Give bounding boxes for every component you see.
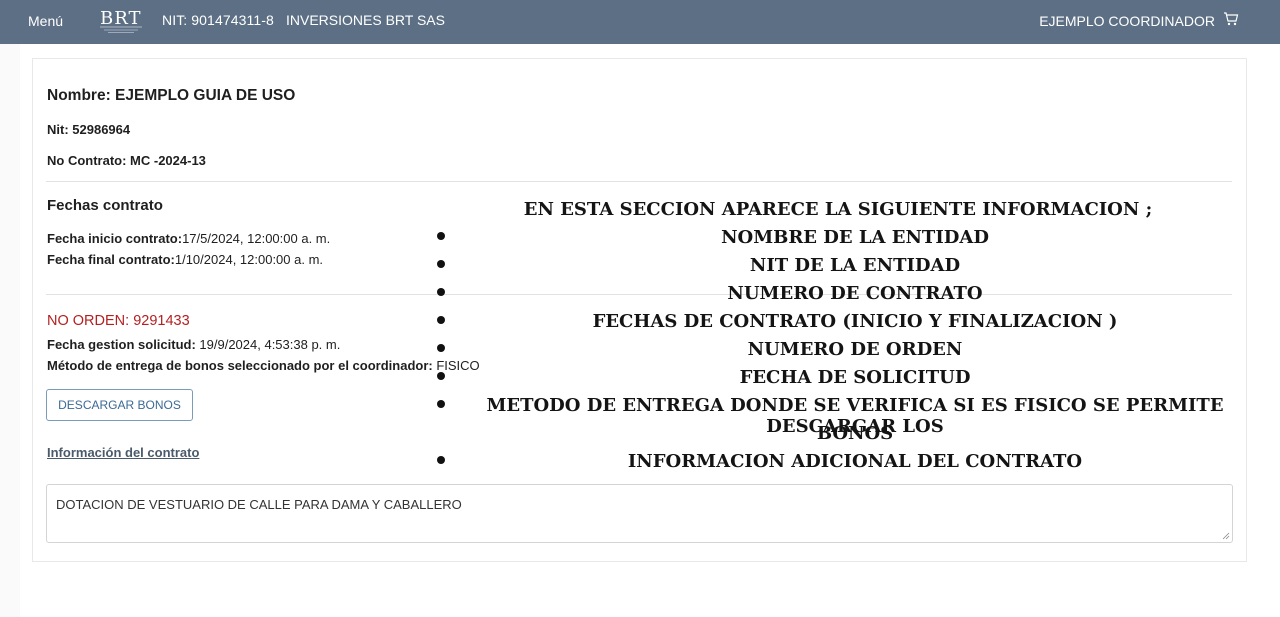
- annotation-item: NUMERO DE ORDEN: [747, 339, 963, 360]
- contract-end-date: Fecha final contrato:1/10/2024, 12:00:00…: [47, 252, 323, 267]
- menu-button[interactable]: Menú: [28, 13, 63, 29]
- bullet-icon: [437, 316, 445, 324]
- top-navbar: Menú BRT NIT: 901474311-8 INVERSIONES BR…: [0, 0, 1280, 44]
- bullet-icon: [437, 288, 445, 296]
- delivery-method-label: Método de entrega de bonos seleccionado …: [47, 358, 433, 373]
- entity-name: Nombre: EJEMPLO GUIA DE USO: [47, 87, 296, 104]
- contract-start-date: Fecha inicio contrato:17/5/2024, 12:00:0…: [47, 231, 330, 246]
- brt-logo[interactable]: BRT: [98, 5, 144, 35]
- request-date-label: Fecha gestion solicitud:: [47, 337, 196, 352]
- annotation-item: NIT DE LA ENTIDAD: [749, 255, 961, 276]
- bullet-icon: [437, 372, 445, 380]
- annotation-item: NOMBRE DE LA ENTIDAD: [721, 227, 989, 248]
- request-date: Fecha gestion solicitud: 19/9/2024, 4:53…: [47, 337, 340, 352]
- page-side-strip: [0, 44, 20, 617]
- annotation-item: BONOS: [816, 423, 894, 444]
- annotation-item: NUMERO DE CONTRATO: [727, 283, 983, 304]
- annotation-item: INFORMACION ADICIONAL DEL CONTRATO: [627, 451, 1083, 472]
- dates-section-title: Fechas contrato: [47, 197, 163, 214]
- request-date-value: 19/9/2024, 4:53:38 p. m.: [195, 337, 341, 352]
- bullet-icon: [437, 344, 445, 352]
- order-number: NO ORDEN: 9291433: [47, 313, 190, 329]
- bullet-icon: [437, 456, 445, 464]
- end-date-value: 1/10/2024, 12:00:00 a. m.: [174, 252, 324, 267]
- start-date-value: 17/5/2024, 12:00:00 a. m.: [182, 231, 331, 246]
- annotation-item: FECHA DE SOLICITUD: [739, 367, 971, 388]
- contract-info-link[interactable]: Información del contrato: [47, 445, 199, 460]
- company-name: INVERSIONES BRT SAS: [286, 12, 445, 28]
- resize-grip-icon[interactable]: [1222, 532, 1230, 540]
- cart-icon[interactable]: [1223, 11, 1239, 27]
- contract-description-text: DOTACION DE VESTUARIO DE CALLE PARA DAMA…: [56, 497, 462, 512]
- end-date-label: Fecha final contrato:: [47, 252, 175, 267]
- divider: [46, 181, 1232, 182]
- user-name[interactable]: EJEMPLO COORDINADOR: [1039, 13, 1215, 29]
- bullet-icon: [437, 400, 445, 408]
- svg-text:BRT: BRT: [100, 8, 141, 29]
- bullet-icon: [437, 260, 445, 268]
- start-date-label: Fecha inicio contrato:: [47, 231, 183, 246]
- annotation-title: EN ESTA SECCION APARECE LA SIGUIENTE INF…: [523, 199, 1153, 220]
- contract-number: No Contrato: MC -2024-13: [47, 153, 206, 168]
- delivery-method: Método de entrega de bonos seleccionado …: [47, 358, 480, 373]
- bullet-icon: [437, 232, 445, 240]
- company-nit: NIT: 901474311-8: [162, 12, 274, 28]
- entity-nit: Nit: 52986964: [47, 122, 131, 137]
- annotation-item: FECHAS DE CONTRATO (INICIO Y FINALIZACIO…: [592, 311, 1118, 332]
- download-bonos-button[interactable]: DESCARGAR BONOS: [46, 389, 193, 421]
- contract-description-textarea[interactable]: DOTACION DE VESTUARIO DE CALLE PARA DAMA…: [46, 484, 1233, 543]
